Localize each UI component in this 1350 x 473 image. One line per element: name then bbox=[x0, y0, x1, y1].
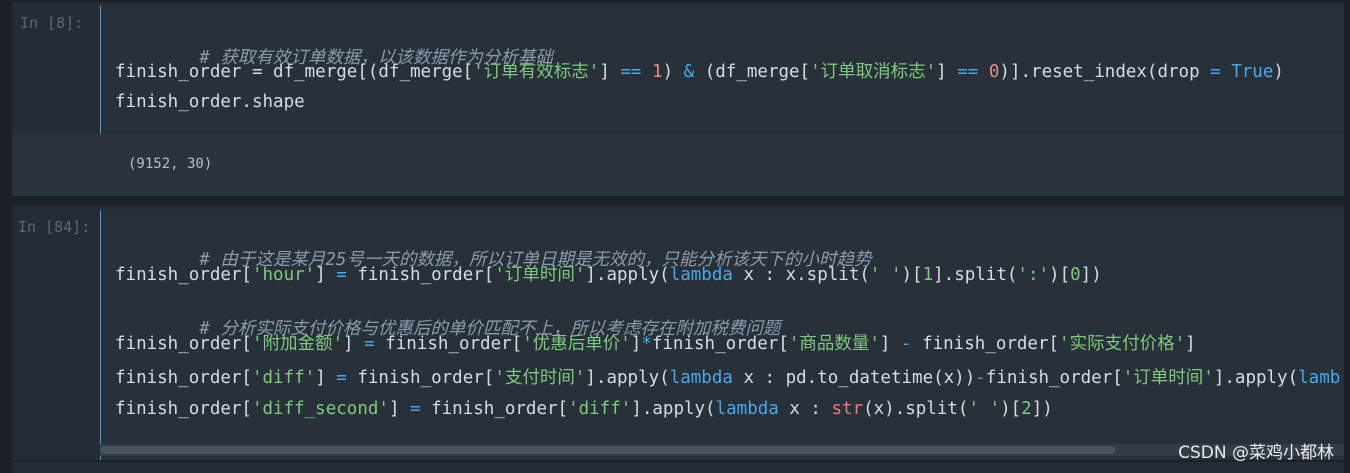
notebook-page: In [8]: # 获取有效订单数据，以该数据作为分析基础 finish_ord… bbox=[0, 0, 1350, 473]
cell-output: (9152, 30) bbox=[12, 134, 1344, 196]
horizontal-scrollbar[interactable] bbox=[100, 444, 1344, 456]
cell-prompt: In [8]: bbox=[20, 14, 84, 32]
code-line: finish_order = df_merge[(df_merge['订单有效标… bbox=[115, 62, 1284, 82]
code-cell-2[interactable]: In [84]: # 由于这是某月25号一天的数据，所以订单日期是无效的，只能分… bbox=[12, 206, 1344, 460]
cell-input-area[interactable]: # 由于这是某月25号一天的数据，所以订单日期是无效的，只能分析该天下的小时趋势… bbox=[100, 210, 1344, 460]
code-line: finish_order['附加金额'] = finish_order['优惠后… bbox=[115, 334, 1196, 354]
watermark: CSDN @菜鸡小都林 bbox=[1178, 443, 1334, 463]
scrollbar-thumb[interactable] bbox=[100, 446, 1115, 454]
cell-input-area[interactable]: # 获取有效订单数据，以该数据作为分析基础 finish_order = df_… bbox=[100, 6, 1344, 134]
code-line: finish_order.shape bbox=[115, 92, 305, 112]
code-line: finish_order['diff_second'] = finish_ord… bbox=[115, 399, 1053, 419]
code-cell-1[interactable]: In [8]: # 获取有效订单数据，以该数据作为分析基础 finish_ord… bbox=[12, 2, 1344, 134]
output-text: (9152, 30) bbox=[128, 156, 213, 172]
cell-prompt: In [84]: bbox=[18, 218, 91, 236]
next-cell-edge bbox=[12, 462, 1344, 473]
code-line: finish_order['diff'] = finish_order['支付时… bbox=[115, 368, 1341, 388]
code-line: finish_order['hour'] = finish_order['订单时… bbox=[115, 265, 1102, 285]
